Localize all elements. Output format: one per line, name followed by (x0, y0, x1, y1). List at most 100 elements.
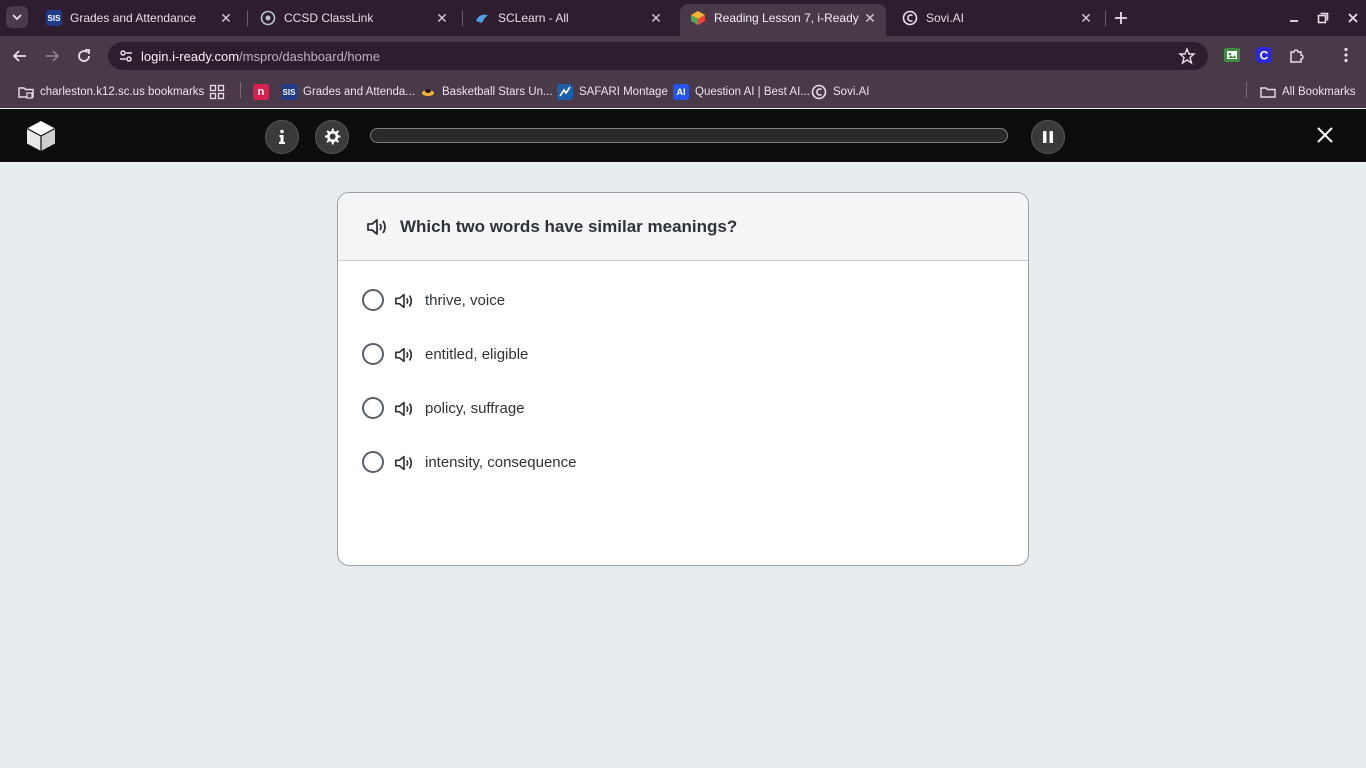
speaker-icon[interactable] (394, 345, 414, 365)
bookmark-separator (240, 82, 241, 98)
choice-label[interactable]: thrive, voice (425, 292, 505, 309)
apps-shortcut[interactable] (209, 82, 225, 102)
plus-icon (1115, 12, 1127, 24)
chevron-down-icon (12, 14, 22, 21)
radio-button[interactable] (362, 397, 384, 419)
sclearn-icon (474, 10, 490, 26)
n-app-icon: n (253, 84, 269, 100)
reload-icon (78, 49, 90, 62)
speaker-icon[interactable] (366, 216, 388, 238)
info-icon (279, 129, 285, 144)
close-icon[interactable]: ✕ (1078, 10, 1094, 26)
extension-c-button[interactable]: C (1255, 46, 1273, 64)
question-card: Which two words have similar meanings? t… (337, 192, 1029, 566)
lesson-header (0, 109, 1366, 162)
close-icon[interactable]: ✕ (862, 10, 878, 26)
speaker-icon[interactable] (394, 399, 414, 419)
new-tab-button[interactable] (1111, 8, 1131, 28)
answer-choice[interactable]: entitled, eligible (362, 343, 982, 367)
reload-button[interactable] (73, 45, 95, 67)
puzzle-icon (1290, 49, 1304, 63)
iready-cube-logo-icon[interactable] (26, 120, 56, 152)
restore-icon (1317, 12, 1329, 24)
tab-grades-and-attendance[interactable]: SIS Grades and Attendance ✕ (36, 4, 242, 32)
svg-text:C: C (1260, 49, 1269, 63)
sis-icon: SIS (46, 10, 62, 26)
window-close-button[interactable] (1342, 7, 1364, 29)
sis-icon: SIS (281, 84, 297, 100)
tab-sclearn[interactable]: SCLearn - All ✕ (464, 4, 672, 32)
bookmark-label: charleston.k12.sc.us bookmarks (40, 86, 205, 98)
sovi-icon (902, 10, 918, 26)
address-bar[interactable]: login.i-ready.com/mspro/dashboard/home (108, 42, 1208, 70)
bookmark-charleston[interactable]: charleston.k12.sc.us bookmarks (18, 82, 204, 102)
bookmark-label: SAFARI Montage (579, 86, 668, 98)
close-icon[interactable]: ✕ (218, 10, 234, 26)
tab-sovi-ai[interactable]: Sovi.AI ✕ (892, 4, 1102, 32)
all-bookmarks-button[interactable]: All Bookmarks (1260, 82, 1356, 102)
choice-label[interactable]: entitled, eligible (425, 346, 528, 363)
back-button[interactable] (9, 45, 31, 67)
question-header: Which two words have similar meanings? (338, 193, 1028, 261)
url-host: login.i-ready.com (141, 49, 240, 64)
speaker-icon[interactable] (394, 453, 414, 473)
tab-title: CCSD ClassLink (284, 11, 374, 25)
bookmark-label: Sovi.AI (833, 86, 870, 98)
bookmark-n-app[interactable]: n (253, 82, 275, 102)
sovi-icon (811, 84, 827, 100)
arrow-left-icon (12, 50, 26, 62)
extensions-button[interactable] (1288, 46, 1306, 64)
close-icon[interactable]: ✕ (648, 10, 664, 26)
speaker-icon[interactable] (394, 291, 414, 311)
bookmark-label: Grades and Attenda... (303, 86, 415, 98)
radio-button[interactable] (362, 289, 384, 311)
bookmark-basketball-stars[interactable]: Basketball Stars Un... (420, 82, 553, 102)
choice-label[interactable]: policy, suffrage (425, 400, 525, 417)
bookmark-sovi-ai[interactable]: Sovi.AI (811, 82, 869, 102)
pause-button[interactable] (1031, 120, 1065, 154)
minimize-button[interactable] (1283, 7, 1305, 29)
tab-reading-lesson[interactable]: Reading Lesson 7, i-Ready ✕ (680, 4, 886, 36)
site-settings-icon[interactable] (118, 48, 134, 64)
answer-choice[interactable]: thrive, voice (362, 289, 982, 313)
basketball-icon (420, 84, 436, 100)
question-ai-icon: AI (673, 84, 689, 100)
all-bookmarks-label: All Bookmarks (1282, 86, 1356, 98)
folder-icon (1260, 84, 1276, 100)
kebab-menu-icon (1344, 47, 1348, 63)
tab-ccsd-classlink[interactable]: CCSD ClassLink ✕ (250, 4, 458, 32)
restore-button[interactable] (1312, 7, 1334, 29)
lesson-progress-bar (370, 128, 1008, 143)
radio-button[interactable] (362, 451, 384, 473)
classlink-icon (260, 10, 276, 26)
browser-menu-button[interactable] (1337, 46, 1355, 64)
close-icon[interactable]: ✕ (434, 10, 450, 26)
bookmarks-bar: charleston.k12.sc.us bookmarks n SIS Gra… (0, 76, 1366, 108)
url-text: login.i-ready.com/mspro/dashboard/home (141, 49, 380, 64)
url-path: /mspro/dashboard/home (239, 49, 380, 64)
bookmark-grades[interactable]: SIS Grades and Attenda... (281, 82, 415, 102)
answer-choice[interactable]: policy, suffrage (362, 397, 982, 421)
choice-label[interactable]: intensity, consequence (425, 454, 577, 471)
tab-search-button[interactable] (6, 6, 28, 28)
exit-lesson-close-icon[interactable] (1314, 124, 1336, 146)
bookmark-label: Question AI | Best AI... (695, 86, 810, 98)
forward-button[interactable] (41, 45, 63, 67)
bookmark-question-ai[interactable]: AI Question AI | Best AI... (673, 82, 810, 102)
tab-separator (247, 10, 248, 26)
bookmark-safari-montage[interactable]: SAFARI Montage (557, 82, 668, 102)
bookmark-separator (1246, 82, 1247, 98)
extension-photo-button[interactable] (1223, 46, 1241, 64)
apps-grid-icon (209, 84, 225, 100)
info-button[interactable] (265, 120, 299, 154)
radio-button[interactable] (362, 343, 384, 365)
folder-managed-icon (18, 84, 34, 100)
tab-title: Grades and Attendance (70, 11, 197, 25)
answer-choice[interactable]: intensity, consequence (362, 451, 982, 475)
arrow-right-icon (46, 50, 60, 62)
tab-title: Sovi.AI (926, 11, 965, 25)
browser-toolbar: login.i-ready.com/mspro/dashboard/home C (0, 36, 1366, 76)
bookmark-star-icon[interactable] (1178, 47, 1196, 65)
close-icon (1348, 13, 1358, 23)
settings-button[interactable] (315, 120, 349, 154)
